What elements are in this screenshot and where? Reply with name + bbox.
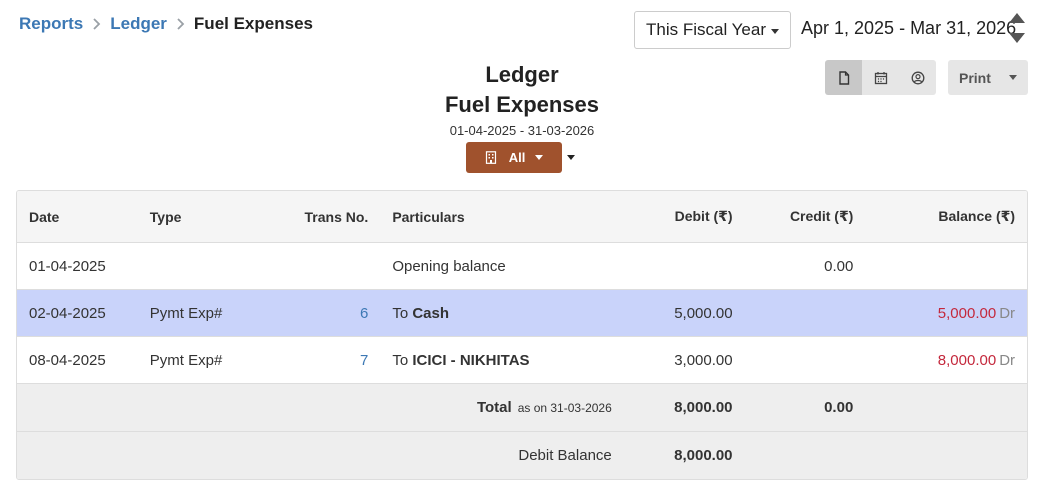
cell-date: 08-04-2025 <box>29 351 106 369</box>
cell-type: Pymt Exp# <box>149 351 223 369</box>
column-header-trans-no[interactable]: Trans No. <box>259 209 381 225</box>
opening-balance-row: 01-04-2025 Opening balance 0.00 <box>17 242 1027 289</box>
ledger-table: Date Type Trans No. Particulars Debit (₹… <box>16 190 1028 480</box>
table-row[interactable]: 02-04-2025 Pymt Exp# 6 To Cash 5,000.00 … <box>17 289 1027 336</box>
chevron-right-icon <box>176 18 185 30</box>
calendar-view-button[interactable] <box>862 60 899 95</box>
breadcrumb: Reports Ledger Fuel Expenses <box>19 13 313 35</box>
column-header-balance[interactable]: Balance (₹) <box>865 208 1027 225</box>
cell-trans-no: 7 <box>259 352 381 369</box>
cell-debit: 3,000.00 <box>674 351 733 369</box>
period-select[interactable]: This Fiscal Year <box>634 11 791 49</box>
calendar-icon <box>874 71 887 84</box>
balance-drcr: Dr <box>999 304 1016 322</box>
date-range-text: Apr 1, 2025 - Mar 31, 2026 <box>801 18 1017 38</box>
transaction-link[interactable]: 7 <box>360 352 368 369</box>
column-header-type[interactable]: Type <box>138 209 259 225</box>
document-view-button[interactable] <box>825 60 862 95</box>
closing-balance-label: Debit Balance <box>518 447 612 464</box>
building-icon <box>485 151 496 164</box>
balance-amount: 5,000.00 <box>937 304 997 322</box>
total-as-on: as on 31-03-2026 <box>517 401 612 415</box>
breadcrumb-current: Fuel Expenses <box>193 14 313 33</box>
period-stepper <box>1009 13 1025 43</box>
table-row[interactable]: 08-04-2025 Pymt Exp# 7 To ICICI - NIKHIT… <box>17 336 1027 383</box>
report-date-range: 01-04-2025 - 31-03-2026 <box>449 123 595 138</box>
cell-trans-no: 6 <box>259 305 381 322</box>
branch-filter-label: All <box>508 150 526 165</box>
party-view-button[interactable] <box>899 60 936 95</box>
branch-filter-button[interactable]: All <box>466 142 562 173</box>
column-header-debit[interactable]: Debit (₹) <box>624 208 745 225</box>
caret-up-icon[interactable] <box>1009 13 1025 23</box>
table-header-row: Date Type Trans No. Particulars Debit (₹… <box>17 191 1027 242</box>
particulars-prefix: To <box>392 304 409 322</box>
balance-drcr: Dr <box>999 351 1016 369</box>
caret-down-icon <box>535 155 544 160</box>
cell-date: 02-04-2025 <box>29 304 106 322</box>
total-debit: 8,000.00 <box>674 399 733 416</box>
column-header-particulars[interactable]: Particulars <box>380 209 624 225</box>
total-row: Total as on 31-03-2026 8,000.00 0.00 <box>17 383 1027 431</box>
caret-down-icon[interactable] <box>1009 33 1025 43</box>
caret-down-icon[interactable] <box>567 155 575 160</box>
cell-particulars: To Cash <box>380 305 624 322</box>
particulars-prefix: To <box>392 351 409 369</box>
document-icon <box>838 70 849 85</box>
column-header-date[interactable]: Date <box>17 209 138 225</box>
transaction-link[interactable]: 6 <box>360 305 368 322</box>
report-subtitle: Fuel Expenses <box>444 92 600 117</box>
print-button[interactable]: Print <box>948 60 1028 95</box>
cell-balance: 5,000.00 Dr <box>865 305 1027 322</box>
total-label: Total <box>476 399 512 416</box>
cell-balance: 8,000.00 Dr <box>865 352 1027 369</box>
column-header-credit[interactable]: Credit (₹) <box>745 208 866 225</box>
cell-date: 01-04-2025 <box>29 257 106 275</box>
cell-credit: 0.00 <box>824 257 854 275</box>
view-mode-group <box>825 60 936 95</box>
closing-balance-value: 8,000.00 <box>674 447 733 464</box>
period-select-value: This Fiscal Year <box>646 20 766 39</box>
caret-down-icon <box>1009 75 1017 80</box>
print-button-label: Print <box>959 69 991 86</box>
user-circle-icon <box>911 71 924 84</box>
particulars-account: ICICI - NIKHITAS <box>412 351 530 369</box>
breadcrumb-ledger[interactable]: Ledger <box>110 14 167 34</box>
report-title: Ledger <box>485 62 559 87</box>
particulars-account: Cash <box>412 304 450 322</box>
cell-particulars: Opening balance <box>392 257 506 275</box>
cell-particulars: To ICICI - NIKHITAS <box>380 352 624 369</box>
total-credit: 0.00 <box>824 399 854 416</box>
chevron-right-icon <box>92 18 101 30</box>
cell-debit: 5,000.00 <box>674 304 733 322</box>
cell-type: Pymt Exp# <box>149 304 223 322</box>
total-label-cell: Total as on 31-03-2026 <box>17 399 624 416</box>
closing-balance-row: Debit Balance 8,000.00 <box>17 431 1027 479</box>
breadcrumb-reports[interactable]: Reports <box>19 14 83 34</box>
caret-down-icon <box>771 29 779 34</box>
balance-amount: 8,000.00 <box>937 351 997 369</box>
